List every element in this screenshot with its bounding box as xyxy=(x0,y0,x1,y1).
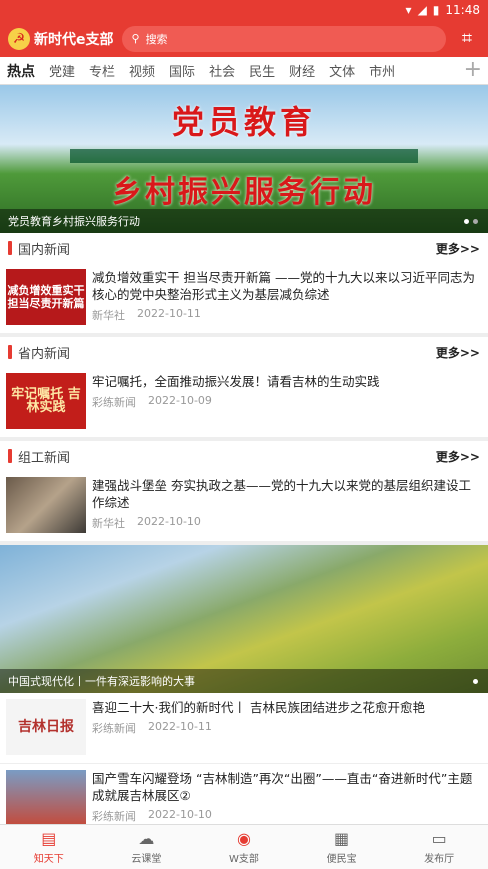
news-item[interactable]: 牢记嘱托 吉林实践 牢记嘱托，全面推动振兴发展！请看吉林的生动实践 彩练新闻 20… xyxy=(0,367,488,441)
nav-label: 云课堂 xyxy=(131,853,162,865)
tab-city[interactable]: 市州 xyxy=(362,61,402,80)
feature-image[interactable]: 中国式现代化丨一件有深远影响的大事 xyxy=(0,545,488,693)
document-icon: ▤ xyxy=(41,828,57,848)
search-icon: ⚲ xyxy=(131,32,140,45)
tab-livelihood[interactable]: 民生 xyxy=(242,61,282,80)
btx-icon: ◉ xyxy=(237,828,251,848)
news-date: 2022-10-10 xyxy=(148,808,212,821)
news-date: 2022-10-10 xyxy=(137,515,201,528)
app-logo: ☭ 新时代e支部 xyxy=(8,27,114,50)
news-date: 2022-10-09 xyxy=(148,394,212,407)
section-title: 省内新闻 xyxy=(18,346,71,362)
section-header: 国内新闻 更多>> xyxy=(0,233,488,263)
section-title: 国内新闻 xyxy=(18,242,71,258)
section-header: 组工新闻 更多>> xyxy=(0,441,488,471)
section-header: 省内新闻 更多>> xyxy=(0,337,488,367)
news-thumbnail xyxy=(6,770,86,826)
more-link[interactable]: 更多>> xyxy=(436,344,480,361)
tab-column[interactable]: 专栏 xyxy=(82,61,122,80)
news-title: 建强战斗堡垒 夯实执政之基——党的十九大以来党的基层组织建设工作综述 xyxy=(92,478,471,510)
grid-icon: ▦ xyxy=(334,828,350,848)
add-channel-icon[interactable]: + xyxy=(464,59,482,81)
tab-hot[interactable]: 热点 xyxy=(0,61,42,81)
status-time: 11:48 xyxy=(445,3,480,17)
news-source: 彩练新闻 xyxy=(92,722,136,735)
nav-cloud-class[interactable]: ☁ 云课堂 xyxy=(98,825,196,869)
news-source: 新华社 xyxy=(92,517,125,530)
section-organization: 组工新闻 更多>> 建强战斗堡垒 夯实执政之基——党的十九大以来党的基层组织建设… xyxy=(0,441,488,545)
party-emblem-icon: ☭ xyxy=(8,27,30,50)
news-date: 2022-10-11 xyxy=(137,307,201,320)
news-title: 国产雪车闪耀登场 “吉林制造”再次“出圈”——直击“奋进新时代”主题成就展吉林展… xyxy=(92,771,473,803)
nav-publish[interactable]: ▭ 发布厅 xyxy=(390,825,488,869)
nav-services[interactable]: ▦ 便民宝 xyxy=(293,825,391,869)
logo-text: 新时代e支部 xyxy=(34,31,114,48)
nav-label: 便民宝 xyxy=(326,853,357,865)
nav-news[interactable]: ▤ 知天下 xyxy=(0,825,98,869)
news-date: 2022-10-11 xyxy=(148,720,212,733)
more-link[interactable]: 更多>> xyxy=(436,240,480,257)
tab-society[interactable]: 社会 xyxy=(202,61,242,80)
section-domestic: 国内新闻 更多>> 减负增效重实干 担当尽责开新篇 减负增效重实干 担当尽责开新… xyxy=(0,233,488,337)
carousel-dots xyxy=(464,219,478,224)
nav-label: 知天下 xyxy=(33,853,64,865)
carousel-dots xyxy=(473,679,478,684)
banner-line1: 党员教育 xyxy=(171,103,316,141)
section-marker xyxy=(8,345,12,359)
scan-icon[interactable]: ⌗ xyxy=(454,26,480,52)
section-marker xyxy=(8,449,12,463)
news-thumbnail: 减负增效重实干 担当尽责开新篇 xyxy=(6,269,86,325)
news-thumbnail: 牢记嘱托 吉林实践 xyxy=(6,373,86,429)
message-icon: ▭ xyxy=(431,828,447,848)
signal-icon: ◢ xyxy=(417,3,427,17)
cloud-icon: ☁ xyxy=(138,828,155,848)
nav-label: 发布厅 xyxy=(424,853,455,865)
news-title: 牢记嘱托，全面推动振兴发展！请看吉林的生动实践 xyxy=(92,374,380,389)
tab-culture[interactable]: 文体 xyxy=(322,61,362,80)
news-item[interactable]: 吉林日报 喜迎二十大·我们的新时代丨 吉林民族团结进步之花愈开愈艳 彩练新闻 20… xyxy=(0,693,488,764)
carousel-dot xyxy=(473,219,478,224)
carousel-dot xyxy=(473,679,478,684)
wifi-icon: ▾ xyxy=(405,3,412,17)
top-bar: ☭ 新时代e支部 ⚲ 搜索 ⌗ xyxy=(0,20,488,57)
section-provincial: 省内新闻 更多>> 牢记嘱托 吉林实践 牢记嘱托，全面推动振兴发展！请看吉林的生… xyxy=(0,337,488,441)
news-source: 彩练新闻 xyxy=(92,810,136,823)
section-marker xyxy=(8,241,12,255)
tab-international[interactable]: 国际 xyxy=(162,61,202,80)
news-thumbnail xyxy=(6,477,86,533)
tab-video[interactable]: 视频 xyxy=(122,61,162,80)
battery-icon: ▮ xyxy=(432,3,440,17)
news-source: 新华社 xyxy=(92,309,125,322)
banner-caption: 党员教育乡村振兴服务行动 xyxy=(0,209,488,233)
section-title: 组工新闻 xyxy=(18,450,71,466)
news-item[interactable]: 建强战斗堡垒 夯实执政之基——党的十九大以来党的基层组织建设工作综述 新华社 20… xyxy=(0,471,488,545)
nav-label: W支部 xyxy=(229,853,259,865)
news-thumbnail: 吉林日报 xyxy=(6,699,86,755)
tab-finance[interactable]: 财经 xyxy=(282,61,322,80)
bottom-nav: ▤ 知天下 ☁ 云课堂 ◉ W支部 ▦ 便民宝 ▭ 发布厅 xyxy=(0,824,488,869)
more-link[interactable]: 更多>> xyxy=(436,448,480,465)
nav-branch[interactable]: ◉ W支部 xyxy=(195,825,293,869)
banner-strip xyxy=(70,149,418,163)
banner-carousel[interactable]: 党员教育 乡村振兴服务行动 党员教育乡村振兴服务行动 xyxy=(0,85,488,233)
news-item[interactable]: 减负增效重实干 担当尽责开新篇 减负增效重实干 担当尽责开新篇 ——党的十九大以… xyxy=(0,263,488,337)
news-title: 喜迎二十大·我们的新时代丨 吉林民族团结进步之花愈开愈艳 xyxy=(92,700,425,715)
search-input[interactable]: ⚲ 搜索 xyxy=(121,25,446,52)
carousel-dot xyxy=(464,219,469,224)
search-placeholder: 搜索 xyxy=(145,32,168,46)
feature-caption: 中国式现代化丨一件有深远影响的大事 xyxy=(0,669,488,693)
news-source: 彩练新闻 xyxy=(92,396,136,409)
status-bar: ▾ ◢ ▮ 11:48 xyxy=(0,0,488,20)
app: ▾ ◢ ▮ 11:48 ☭ 新时代e支部 ⚲ 搜索 ⌗ 热点 党建 专栏 视频 … xyxy=(0,0,488,869)
channel-tabs: 热点 党建 专栏 视频 国际 社会 民生 财经 文体 市州 + xyxy=(0,57,488,85)
banner-line2: 乡村振兴服务行动 xyxy=(112,175,376,210)
tab-party[interactable]: 党建 xyxy=(42,61,82,80)
news-title: 减负增效重实干 担当尽责开新篇 ——党的十九大以来以习近平同志为核心的党中央整治… xyxy=(92,270,475,302)
